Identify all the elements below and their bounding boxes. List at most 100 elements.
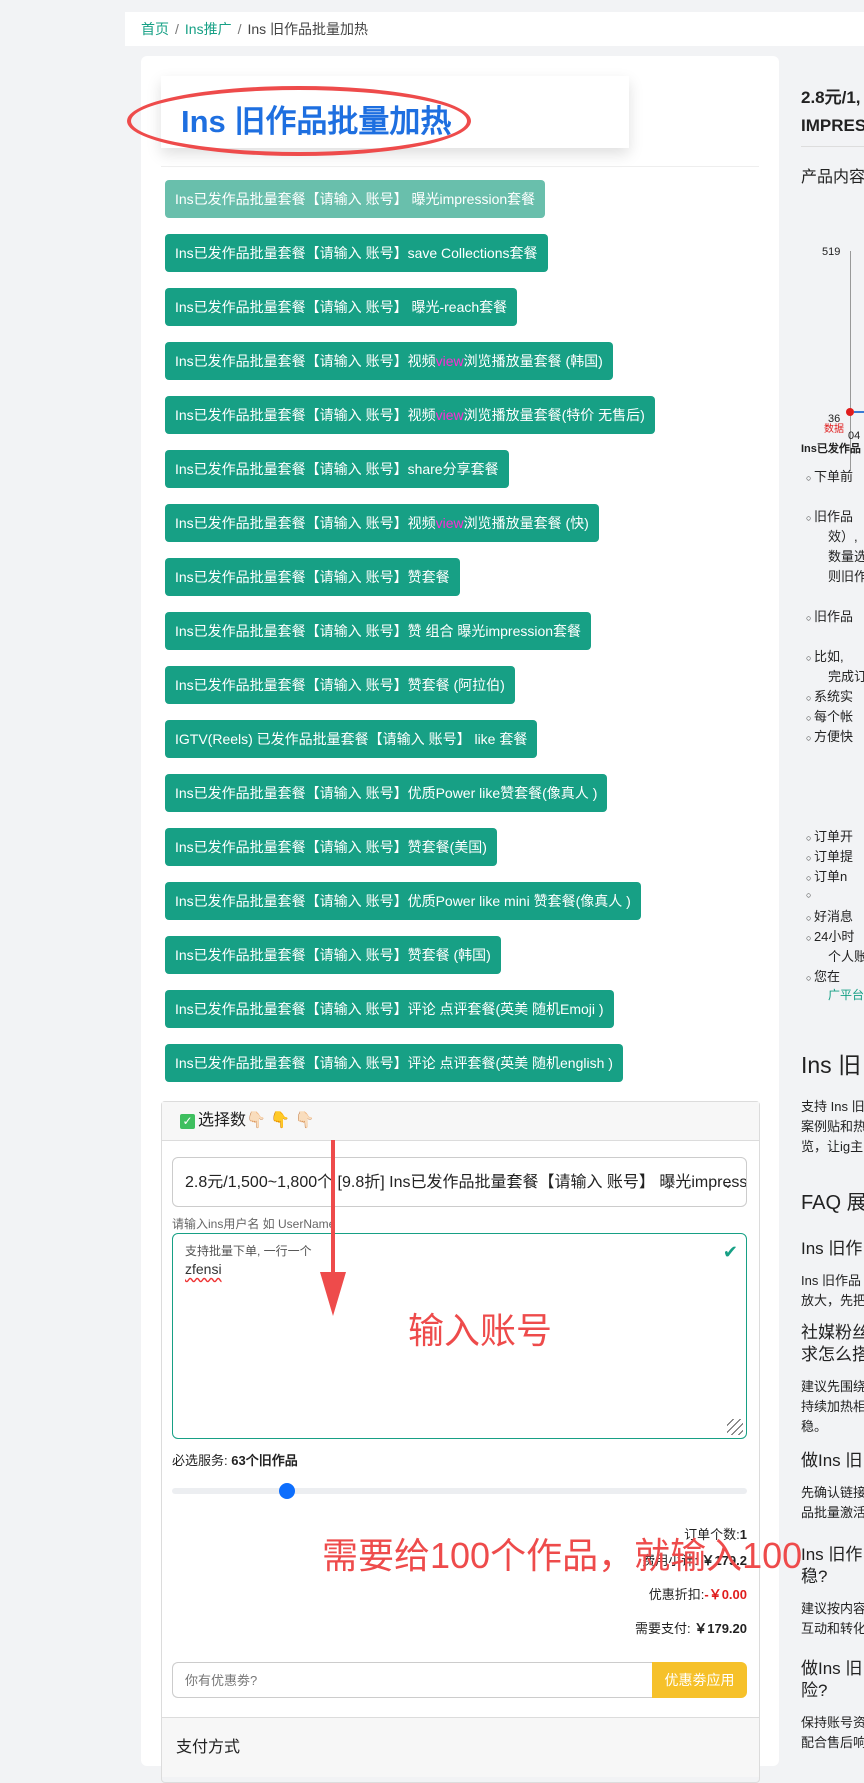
faq-question: 做Ins 旧 [801,1451,863,1470]
breadcrumb-home[interactable]: 首页 [141,21,169,37]
package-button[interactable]: Ins已发作品批量套餐【请输入 账号】save Collections套餐 [165,234,548,272]
faq-answer: 建议按内容 [801,1601,864,1616]
service-value: 63个旧作品 [231,1453,298,1468]
section-text: 案例贴和热 [801,1119,864,1134]
order-form: ✓ 选择数👇🏻 👇 👇🏻 2.8元/1,500~1,800个 [9.8折] Ins… [161,1101,760,1783]
package-button[interactable]: Ins已发作品批量套餐【请输入 账号】 曝光-reach套餐 [165,288,518,326]
faq-answer: 放大，先把 [801,1293,864,1308]
faq-question: 稳? [801,1567,828,1586]
package-select[interactable]: 2.8元/1,500~1,800个 [9.8折] Ins已发作品批量套餐【请输入… [172,1157,747,1207]
price-line: 2.8元/1, [801,88,861,107]
package-label: Ins已发作品批量套餐【请输入 账号】视频 [175,407,436,423]
product-card: Ins 旧作品批量加热 Ins已发作品批量套餐【请输入 账号】 曝光impres… [127,56,779,1783]
faq-answer: 建议先围绕 [801,1379,864,1394]
section-text: 览，让ig主 [801,1139,864,1154]
package-button[interactable]: Ins已发作品批量套餐【请输入 账号】评论 点评套餐(英美 随机english … [165,1044,623,1082]
package-label: Ins已发作品批量套餐【请输入 账号】视频 [175,515,436,531]
content-item-cont: 效）, [828,529,858,544]
order-form-header: ✓ 选择数👇🏻 👇 👇🏻 [162,1102,759,1141]
faq-answer: 品批量激活 [801,1505,864,1520]
content-item: 订单n [806,866,847,885]
section-text: 支持 Ins 旧 [801,1099,864,1114]
apply-coupon-button[interactable]: 优惠劵应用 [652,1662,747,1698]
product-content-title: 产品内容 [801,169,864,186]
package-list: Ins已发作品批量套餐【请输入 账号】 曝光impression套餐 Ins已发… [165,180,655,1098]
package-button[interactable]: Ins已发作品批量套餐【请输入 账号】视频view浏览播放量套餐 (韩国) [165,342,613,380]
content-item: 每个帐 [806,706,853,725]
annotation-need-100: 需要给100个作品，就输入100 [322,1535,803,1576]
faq-question: Ins 旧作 [801,1239,863,1258]
faq-question: 社媒粉丝 [801,1323,864,1342]
package-label: 浏览播放量套餐(特价 无售后) [463,407,645,423]
package-select-value: 2.8元/1,500~1,800个 [9.8折] Ins已发作品批量套餐【请输入… [185,1174,747,1191]
chart-y-tick: 519 [822,246,841,258]
annotation-arrow [320,1140,346,1316]
price-line: IMPRES [801,116,864,135]
divider [161,166,759,167]
total-pay: 需要支付: ￥179.20 [635,1618,747,1637]
chart-point [846,408,854,416]
package-label: 浏览播放量套餐 (快) [463,515,589,531]
content-item: 好消息 [806,906,853,925]
section-heading: Ins 旧 [801,1052,862,1078]
content-item-link[interactable]: 广平台 [828,986,864,1003]
package-button[interactable]: Ins已发作品批量套餐【请输入 账号】优质Power like mini 赞套餐… [165,882,641,920]
valid-check-icon: ✔ [722,1242,738,1262]
package-button[interactable]: Ins已发作品批量套餐【请输入 账号】视频view浏览播放量套餐(特价 无售后) [165,396,655,434]
title-highlight-oval [127,86,471,156]
required-service: 必选服务: 63个旧作品 [172,1450,298,1469]
faq-answer: 互动和转化 [801,1621,864,1636]
package-button[interactable]: Ins已发作品批量套餐【请输入 账号】优质Power like赞套餐(像真人 ) [165,774,608,812]
content-item: 系统实 [806,686,853,705]
discount: 优惠折扣:-￥0.00 [649,1584,747,1603]
package-button[interactable]: Ins已发作品批量套餐【请输入 账号】赞套餐 [165,558,460,596]
package-highlight: view [435,353,464,369]
faq-question: 求怎么搭 [801,1345,864,1364]
package-button[interactable]: Ins已发作品批量套餐【请输入 账号】赞套餐 (阿拉伯) [165,666,515,704]
package-label: 浏览播放量套餐 (韩国) [463,353,603,369]
breadcrumb-category[interactable]: Ins推广 [185,21,232,37]
package-button[interactable]: Ins已发作品批量套餐【请输入 账号】 曝光impression套餐 [165,180,546,218]
breadcrumb-separator: / [237,21,242,37]
package-button[interactable]: IGTV(Reels) 已发作品批量套餐【请输入 账号】 like 套餐 [165,720,538,758]
service-label: 必选服务: [172,1453,232,1468]
order-form-title: 选择数👇🏻 👇 👇🏻 [198,1112,315,1129]
breadcrumb-separator: / [175,21,179,37]
chevron-down-icon: ⌄ [722,1175,734,1191]
content-item [806,886,811,901]
tab-underline [801,146,864,147]
package-button[interactable]: Ins已发作品批量套餐【请输入 账号】赞套餐 (韩国) [165,936,501,974]
content-item-cont: 个人账 [828,949,864,964]
content-item: 下单前 [806,466,853,485]
faq-answer: 先确认链接 [801,1485,864,1500]
package-button[interactable]: Ins已发作品批量套餐【请输入 账号】评论 点评套餐(英美 随机Emoji ) [165,990,614,1028]
content-item-cont: 则旧作 [828,569,864,584]
package-button[interactable]: Ins已发作品批量套餐【请输入 账号】赞套餐(美国) [165,828,497,866]
right-column: 2.8元/1, IMPRES 产品内容 519 36 数据 04 Ins已发作品 … [800,56,864,1756]
faq-question: 险? [801,1681,828,1700]
chart-data-label: 数据 [824,424,844,435]
package-highlight: view [435,515,464,531]
title-box: Ins 旧作品批量加热 [127,76,629,156]
package-label: Ins已发作品批量套餐【请输入 账号】视频 [175,353,436,369]
content-item: 您在 [806,966,840,985]
content-item: 旧作品 [806,506,853,525]
faq-answer: 稳。 [801,1419,828,1434]
content-item: 订单开 [806,826,853,845]
faq-answer: Ins 旧作品 [801,1273,861,1288]
package-button[interactable]: Ins已发作品批量套餐【请输入 账号】视频view浏览播放量套餐 (快) [165,504,599,542]
annotation-input-account: 输入账号 [408,1310,553,1351]
textarea-value: zfensi [185,1261,222,1277]
slider-thumb[interactable] [279,1483,295,1499]
coupon-input[interactable]: 你有优惠劵? [172,1662,652,1698]
faq-question: 做Ins 旧 [801,1659,863,1678]
pay-value: ￥179.20 [694,1621,747,1636]
package-button[interactable]: Ins已发作品批量套餐【请输入 账号】share分享套餐 [165,450,509,488]
faq-answer: 持续加热相 [801,1399,864,1414]
resize-handle[interactable] [727,1419,743,1435]
quantity-slider[interactable] [172,1483,747,1499]
discount-label: 优惠折扣: [648,1587,705,1602]
chart-package-name: Ins已发作品 [801,443,861,455]
package-button[interactable]: Ins已发作品批量套餐【请输入 账号】赞 组合 曝光impression套餐 [165,612,592,650]
content-item: 旧作品 [806,606,853,625]
